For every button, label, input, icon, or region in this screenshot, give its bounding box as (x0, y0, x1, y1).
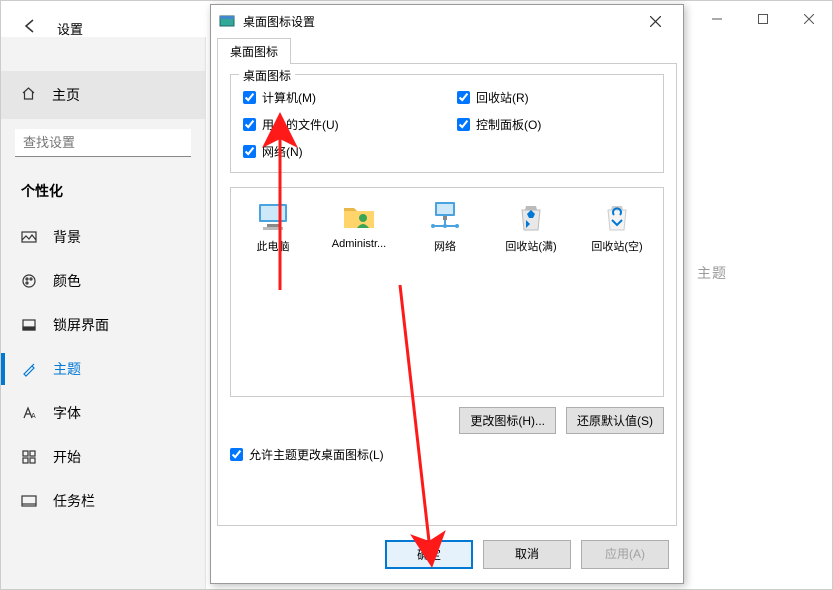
settings-topbar: 设置 (11, 9, 93, 48)
icon-item-network[interactable]: 网络 (413, 198, 477, 254)
desktop-icons-fieldset: 桌面图标 计算机(M) 回收站(R) 用户的文件(U) 控制面板(O) 网络(N… (230, 74, 664, 173)
dialog-footer: 确定 取消 应用(A) (211, 532, 683, 583)
checkbox-label: 允许主题更改桌面图标(L) (249, 446, 384, 463)
sidebar-item-label: 锁屏界面 (53, 315, 109, 335)
restore-default-button[interactable]: 还原默认值(S) (566, 407, 664, 434)
minimize-button[interactable] (694, 4, 740, 34)
maximize-button[interactable] (740, 4, 786, 34)
dialog-tabs: 桌面图标 (211, 37, 683, 63)
sidebar-item-start[interactable]: 开始 (1, 435, 205, 479)
partial-text: 主题 (697, 263, 727, 283)
theme-icon (21, 361, 37, 377)
icon-item-thispc[interactable]: 此电脑 (241, 198, 305, 254)
icon-label: Administr... (332, 238, 386, 250)
sidebar-item-label: 主题 (53, 359, 81, 379)
checkbox-recycle[interactable]: 回收站(R) (457, 89, 651, 106)
computer-icon (255, 198, 291, 234)
sidebar-item-label: 开始 (53, 447, 81, 467)
checkbox-network-input[interactable] (243, 145, 256, 158)
icon-item-recycleempty[interactable]: 回收站(空) (585, 198, 649, 254)
network-icon (427, 198, 463, 234)
cancel-button[interactable]: 取消 (483, 540, 571, 569)
home-icon (21, 86, 36, 104)
settings-title: 设置 (57, 19, 83, 38)
font-icon: A (21, 405, 37, 421)
icon-preview-box: 此电脑 Administr... 网络 回收站(满) 回收站(空) (230, 187, 664, 397)
tab-desktop-icons[interactable]: 桌面图标 (217, 38, 291, 64)
sidebar-item-font[interactable]: A 字体 (1, 391, 205, 435)
dialog-tabpanel: 桌面图标 计算机(M) 回收站(R) 用户的文件(U) 控制面板(O) 网络(N… (217, 63, 677, 526)
checkbox-recycle-input[interactable] (457, 91, 470, 104)
dialog-titlebar: 桌面图标设置 (211, 5, 683, 37)
sidebar-item-label: 颜色 (53, 271, 81, 291)
checkbox-computer-input[interactable] (243, 91, 256, 104)
icon-label: 回收站(满) (505, 238, 556, 254)
apply-button[interactable]: 应用(A) (581, 540, 669, 569)
svg-text:A: A (31, 413, 36, 420)
checkbox-control-input[interactable] (457, 118, 470, 131)
icon-label: 网络 (434, 238, 456, 254)
checkbox-label: 网络(N) (262, 143, 303, 160)
sidebar-item-background[interactable]: 背景 (1, 215, 205, 259)
dialog-title: 桌面图标设置 (243, 13, 635, 30)
checkbox-network[interactable]: 网络(N) (243, 143, 437, 160)
checkbox-userfiles[interactable]: 用户的文件(U) (243, 116, 437, 133)
checkbox-label: 计算机(M) (262, 89, 316, 106)
checkbox-computer[interactable]: 计算机(M) (243, 89, 437, 106)
dialog-icon (219, 13, 235, 29)
dialog-close-button[interactable] (635, 7, 675, 35)
icon-label: 回收站(空) (591, 238, 642, 254)
checkbox-userfiles-input[interactable] (243, 118, 256, 131)
sidebar-item-lockscreen[interactable]: 锁屏界面 (1, 303, 205, 347)
checkbox-label: 控制面板(O) (476, 116, 541, 133)
icon-item-recyclefull[interactable]: 回收站(满) (499, 198, 563, 254)
icon-label: 此电脑 (257, 238, 290, 254)
sidebar-item-taskbar[interactable]: 任务栏 (1, 479, 205, 523)
checkbox-label: 用户的文件(U) (262, 116, 339, 133)
checkbox-control[interactable]: 控制面板(O) (457, 116, 651, 133)
fieldset-legend: 桌面图标 (239, 67, 295, 84)
sidebar-item-theme[interactable]: 主题 (1, 347, 205, 391)
start-icon (21, 449, 37, 465)
checkbox-label: 回收站(R) (476, 89, 529, 106)
sidebar-item-label: 字体 (53, 403, 81, 423)
settings-sidebar: 主页 个性化 背景 颜色 锁屏界面 (1, 37, 206, 589)
back-icon[interactable] (21, 17, 39, 40)
ok-button[interactable]: 确定 (385, 540, 473, 569)
taskbar-icon (21, 493, 37, 509)
sidebar-item-home[interactable]: 主页 (1, 71, 205, 119)
image-icon (21, 229, 37, 245)
recyclebin-full-icon (513, 198, 549, 234)
desktop-icon-dialog: 桌面图标设置 桌面图标 桌面图标 计算机(M) 回收站(R) 用户的文件(U) … (210, 4, 684, 584)
icon-item-admin[interactable]: Administr... (327, 198, 391, 250)
change-icon-button[interactable]: 更改图标(H)... (459, 407, 556, 434)
section-personalization: 个性化 (1, 167, 205, 207)
recyclebin-empty-icon (599, 198, 635, 234)
sidebar-item-color[interactable]: 颜色 (1, 259, 205, 303)
sidebar-item-label: 任务栏 (53, 491, 95, 511)
checkbox-allow-themes[interactable]: 允许主题更改桌面图标(L) (230, 446, 664, 463)
userfolder-icon (341, 198, 377, 234)
palette-icon (21, 273, 37, 289)
checkbox-allow-themes-input[interactable] (230, 448, 243, 461)
close-button[interactable] (786, 4, 832, 34)
home-label: 主页 (52, 85, 80, 105)
search-input[interactable] (15, 129, 191, 157)
sidebar-item-label: 背景 (53, 227, 81, 247)
lockscreen-icon (21, 317, 37, 333)
